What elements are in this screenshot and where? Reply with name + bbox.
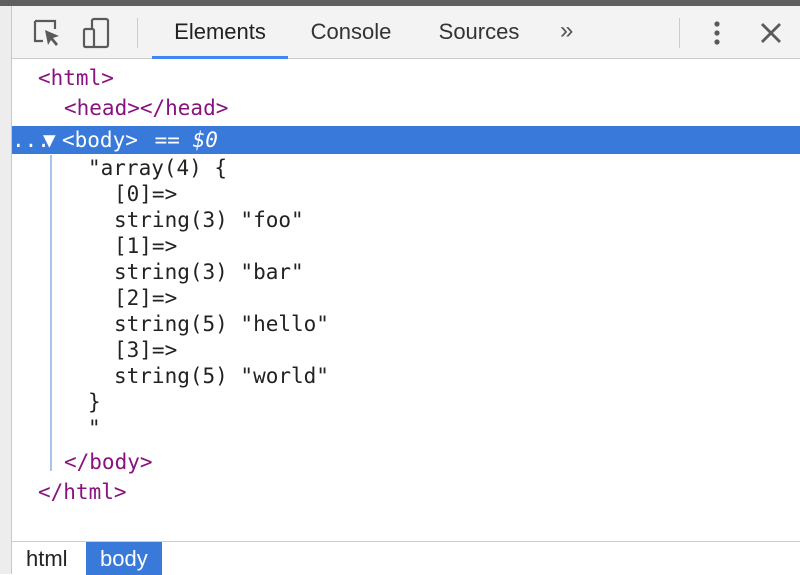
tab-sources[interactable]: Sources xyxy=(420,6,538,59)
toolbar-divider-right xyxy=(679,18,680,48)
inspect-element-icon[interactable] xyxy=(30,16,64,50)
text-node-line: } xyxy=(88,390,101,414)
body-close-tag[interactable]: </body> xyxy=(64,449,153,475)
text-node-line: " xyxy=(88,416,101,440)
text-node-line: [0]=> xyxy=(114,182,178,206)
text-node-line: [2]=> xyxy=(114,286,178,310)
head-node[interactable]: <head></head> xyxy=(64,95,228,121)
text-node-line: [1]=> xyxy=(114,234,178,258)
text-node-line: string(5) "world" xyxy=(114,364,329,388)
html-close-tag[interactable]: </html> xyxy=(38,479,127,505)
text-node-line: "array(4) { xyxy=(88,156,228,180)
tab-elements[interactable]: Elements xyxy=(152,6,288,59)
devtools-panel: Elements Console Sources » <html> <head>… xyxy=(12,6,800,575)
expand-arrow-icon[interactable]: ▼ xyxy=(43,126,56,154)
breadcrumb-body[interactable]: body xyxy=(86,542,162,575)
text-node-line: [3]=> xyxy=(114,338,178,362)
more-tabs-button[interactable]: » xyxy=(560,6,573,59)
dom-tree: <html> <head></head> ... ▼ <body> == $0 … xyxy=(12,59,800,541)
tab-console[interactable]: Console xyxy=(292,6,410,59)
text-node-line: string(3) "bar" xyxy=(114,260,304,284)
body-node-selected[interactable]: ... ▼ <body> == $0 xyxy=(12,126,800,154)
close-icon[interactable] xyxy=(758,20,784,46)
devtools-toolbar: Elements Console Sources » xyxy=(12,6,800,59)
text-node-line: string(3) "foo" xyxy=(114,208,304,232)
breadcrumb: html body xyxy=(12,541,800,575)
page-edge xyxy=(0,6,12,574)
html-open-tag[interactable]: <html> xyxy=(38,65,114,91)
console-ref-label: == $0 xyxy=(142,128,218,152)
kebab-menu-icon[interactable] xyxy=(706,18,728,48)
body-open-tag: <body> xyxy=(62,128,138,152)
nesting-guide-line xyxy=(50,155,52,471)
toolbar-divider xyxy=(137,18,138,48)
breadcrumb-html[interactable]: html xyxy=(12,542,82,575)
device-toolbar-icon[interactable] xyxy=(80,16,114,50)
text-node-line: string(5) "hello" xyxy=(114,312,329,336)
